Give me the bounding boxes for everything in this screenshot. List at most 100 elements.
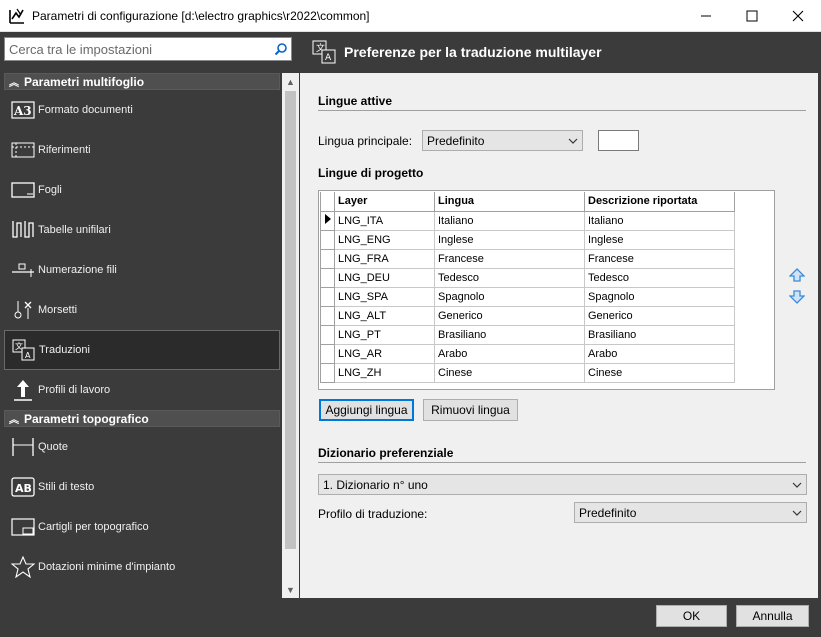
- cell-layer[interactable]: LNG_AR: [334, 343, 435, 364]
- column-header-layer[interactable]: Layer: [334, 192, 435, 212]
- cell-descrizione[interactable]: Tedesco: [584, 267, 735, 288]
- row-header[interactable]: [320, 343, 335, 364]
- sidebar-item-dotazioni-minime[interactable]: Dotazioni minime d'impianto: [4, 547, 280, 587]
- row-header[interactable]: [320, 324, 335, 345]
- scrollbar-thumb[interactable]: [285, 91, 296, 549]
- sidebar-item-riferimenti[interactable]: Riferimenti: [4, 130, 280, 170]
- svg-text:A: A: [25, 351, 31, 360]
- translation-profile-select[interactable]: Predefinito: [574, 502, 807, 523]
- divider: [318, 110, 806, 111]
- group-title-dizionario: Dizionario preferenziale: [318, 446, 454, 460]
- cell-lingua[interactable]: Francese: [434, 248, 585, 269]
- move-up-button[interactable]: [788, 267, 806, 283]
- cell-layer[interactable]: LNG_FRA: [334, 248, 435, 269]
- sidebar-item-morsetti[interactable]: Morsetti: [4, 290, 280, 330]
- move-down-button[interactable]: [788, 289, 806, 305]
- search-input[interactable]: [5, 39, 271, 59]
- row-header[interactable]: [320, 248, 335, 269]
- scroll-up-icon[interactable]: ▲: [282, 73, 299, 90]
- sidebar-item-stili-di-testo[interactable]: AB Stili di testo: [4, 467, 280, 507]
- minimize-icon: [701, 15, 711, 16]
- row-header[interactable]: [320, 286, 335, 307]
- table-row[interactable]: LNG_AR Arabo Arabo: [320, 343, 735, 364]
- column-header-lingua[interactable]: Lingua: [434, 192, 585, 212]
- table-row[interactable]: LNG_DEU Tedesco Tedesco: [320, 267, 735, 288]
- close-button[interactable]: [775, 0, 821, 32]
- cell-lingua[interactable]: Arabo: [434, 343, 585, 364]
- current-row-indicator-icon[interactable]: [320, 210, 335, 231]
- cell-lingua[interactable]: Cinese: [434, 362, 585, 383]
- cell-descrizione[interactable]: Arabo: [584, 343, 735, 364]
- cell-descrizione[interactable]: Inglese: [584, 229, 735, 250]
- search-icon[interactable]: [271, 42, 291, 56]
- cell-lingua[interactable]: Generico: [434, 305, 585, 326]
- cell-descrizione[interactable]: Italiano: [584, 210, 735, 231]
- group-title-lingue-attive: Lingue attive: [318, 94, 393, 108]
- remove-language-button[interactable]: Rimuovi lingua: [423, 399, 518, 421]
- cell-layer[interactable]: LNG_DEU: [334, 267, 435, 288]
- settings-search-box[interactable]: [4, 37, 292, 61]
- table-row[interactable]: LNG_PT Brasiliano Brasiliano: [320, 324, 735, 345]
- cell-layer[interactable]: LNG_SPA: [334, 286, 435, 307]
- primary-language-select[interactable]: Predefinito: [422, 130, 583, 151]
- row-header[interactable]: [320, 305, 335, 326]
- chevron-collapse-icon: ︽: [9, 78, 19, 89]
- sidebar-item-quote[interactable]: Quote: [4, 427, 280, 467]
- dialog-footer: OK Annulla: [0, 599, 821, 637]
- primary-language-code-field[interactable]: [598, 130, 639, 151]
- row-header[interactable]: [320, 362, 335, 383]
- sidebar-item-tabelle-unifilari[interactable]: Tabelle unifilari: [4, 210, 280, 250]
- cell-lingua[interactable]: Brasiliano: [434, 324, 585, 345]
- cell-layer[interactable]: LNG_ZH: [334, 362, 435, 383]
- project-languages-grid[interactable]: Layer Lingua Descrizione riportata LNG_I…: [318, 190, 775, 390]
- sidebar-item-profili-di-lavoro[interactable]: Profili di lavoro: [4, 370, 280, 410]
- row-header[interactable]: [320, 267, 335, 288]
- section-header-topografico[interactable]: ︽ Parametri topografico: [4, 410, 280, 427]
- title-bar: Parametri di configurazione [d:\electro …: [0, 0, 821, 32]
- sidebar-item-formato-documenti[interactable]: A3 Formato documenti: [4, 90, 280, 130]
- cancel-button[interactable]: Annulla: [736, 605, 809, 627]
- maximize-button[interactable]: [729, 0, 775, 32]
- cell-layer[interactable]: LNG_ALT: [334, 305, 435, 326]
- title-block-icon: [10, 514, 36, 540]
- cell-layer[interactable]: LNG_PT: [334, 324, 435, 345]
- cell-descrizione[interactable]: Brasiliano: [584, 324, 735, 345]
- sidebar-scrollbar[interactable]: ▲ ▼: [282, 73, 299, 598]
- table-row[interactable]: LNG_FRA Francese Francese: [320, 248, 735, 269]
- cell-descrizione[interactable]: Spagnolo: [584, 286, 735, 307]
- sidebar-item-cartigli-topografico[interactable]: Cartigli per topografico: [4, 507, 280, 547]
- sidebar-item-traduzioni[interactable]: 文A Traduzioni: [4, 330, 280, 370]
- cell-layer[interactable]: LNG_ITA: [334, 210, 435, 231]
- table-row[interactable]: LNG_ITA Italiano Italiano: [320, 210, 735, 231]
- scroll-down-icon[interactable]: ▼: [282, 581, 299, 598]
- cell-descrizione[interactable]: Francese: [584, 248, 735, 269]
- ok-button[interactable]: OK: [656, 605, 727, 627]
- chevron-down-icon: [564, 138, 582, 144]
- table-row[interactable]: LNG_ENG Inglese Inglese: [320, 229, 735, 250]
- settings-content: Lingue attive Lingua principale: Predefi…: [300, 73, 818, 598]
- sidebar-item-numerazione-fili[interactable]: Numerazione fili: [4, 250, 280, 290]
- table-row[interactable]: LNG_SPA Spagnolo Spagnolo: [320, 286, 735, 307]
- cell-lingua[interactable]: Italiano: [434, 210, 585, 231]
- cell-descrizione[interactable]: Cinese: [584, 362, 735, 383]
- column-header-descrizione[interactable]: Descrizione riportata: [584, 192, 735, 212]
- minimize-button[interactable]: [683, 0, 729, 32]
- table-row[interactable]: LNG_ALT Generico Generico: [320, 305, 735, 326]
- section-label: Parametri topografico: [24, 411, 149, 426]
- sidebar-item-label: Cartigli per topografico: [38, 521, 149, 533]
- cell-layer[interactable]: LNG_ENG: [334, 229, 435, 250]
- sidebar-item-fogli[interactable]: Fogli: [4, 170, 280, 210]
- row-header[interactable]: [320, 229, 335, 250]
- section-header-multifoglio[interactable]: ︽ Parametri multifoglio: [4, 73, 280, 90]
- sidebar-item-label: Numerazione fili: [38, 264, 117, 276]
- add-language-button[interactable]: Aggiungi lingua: [319, 399, 414, 421]
- cell-lingua[interactable]: Inglese: [434, 229, 585, 250]
- cell-lingua[interactable]: Spagnolo: [434, 286, 585, 307]
- cell-lingua[interactable]: Tedesco: [434, 267, 585, 288]
- cell-descrizione[interactable]: Generico: [584, 305, 735, 326]
- arrow-down-icon: [789, 290, 805, 304]
- table-row[interactable]: LNG_ZH Cinese Cinese: [320, 362, 735, 383]
- sidebar-item-label: Stili di testo: [38, 481, 95, 493]
- app-logo-icon: [9, 8, 24, 24]
- dictionary-select[interactable]: 1. Dizionario n° uno: [318, 474, 807, 495]
